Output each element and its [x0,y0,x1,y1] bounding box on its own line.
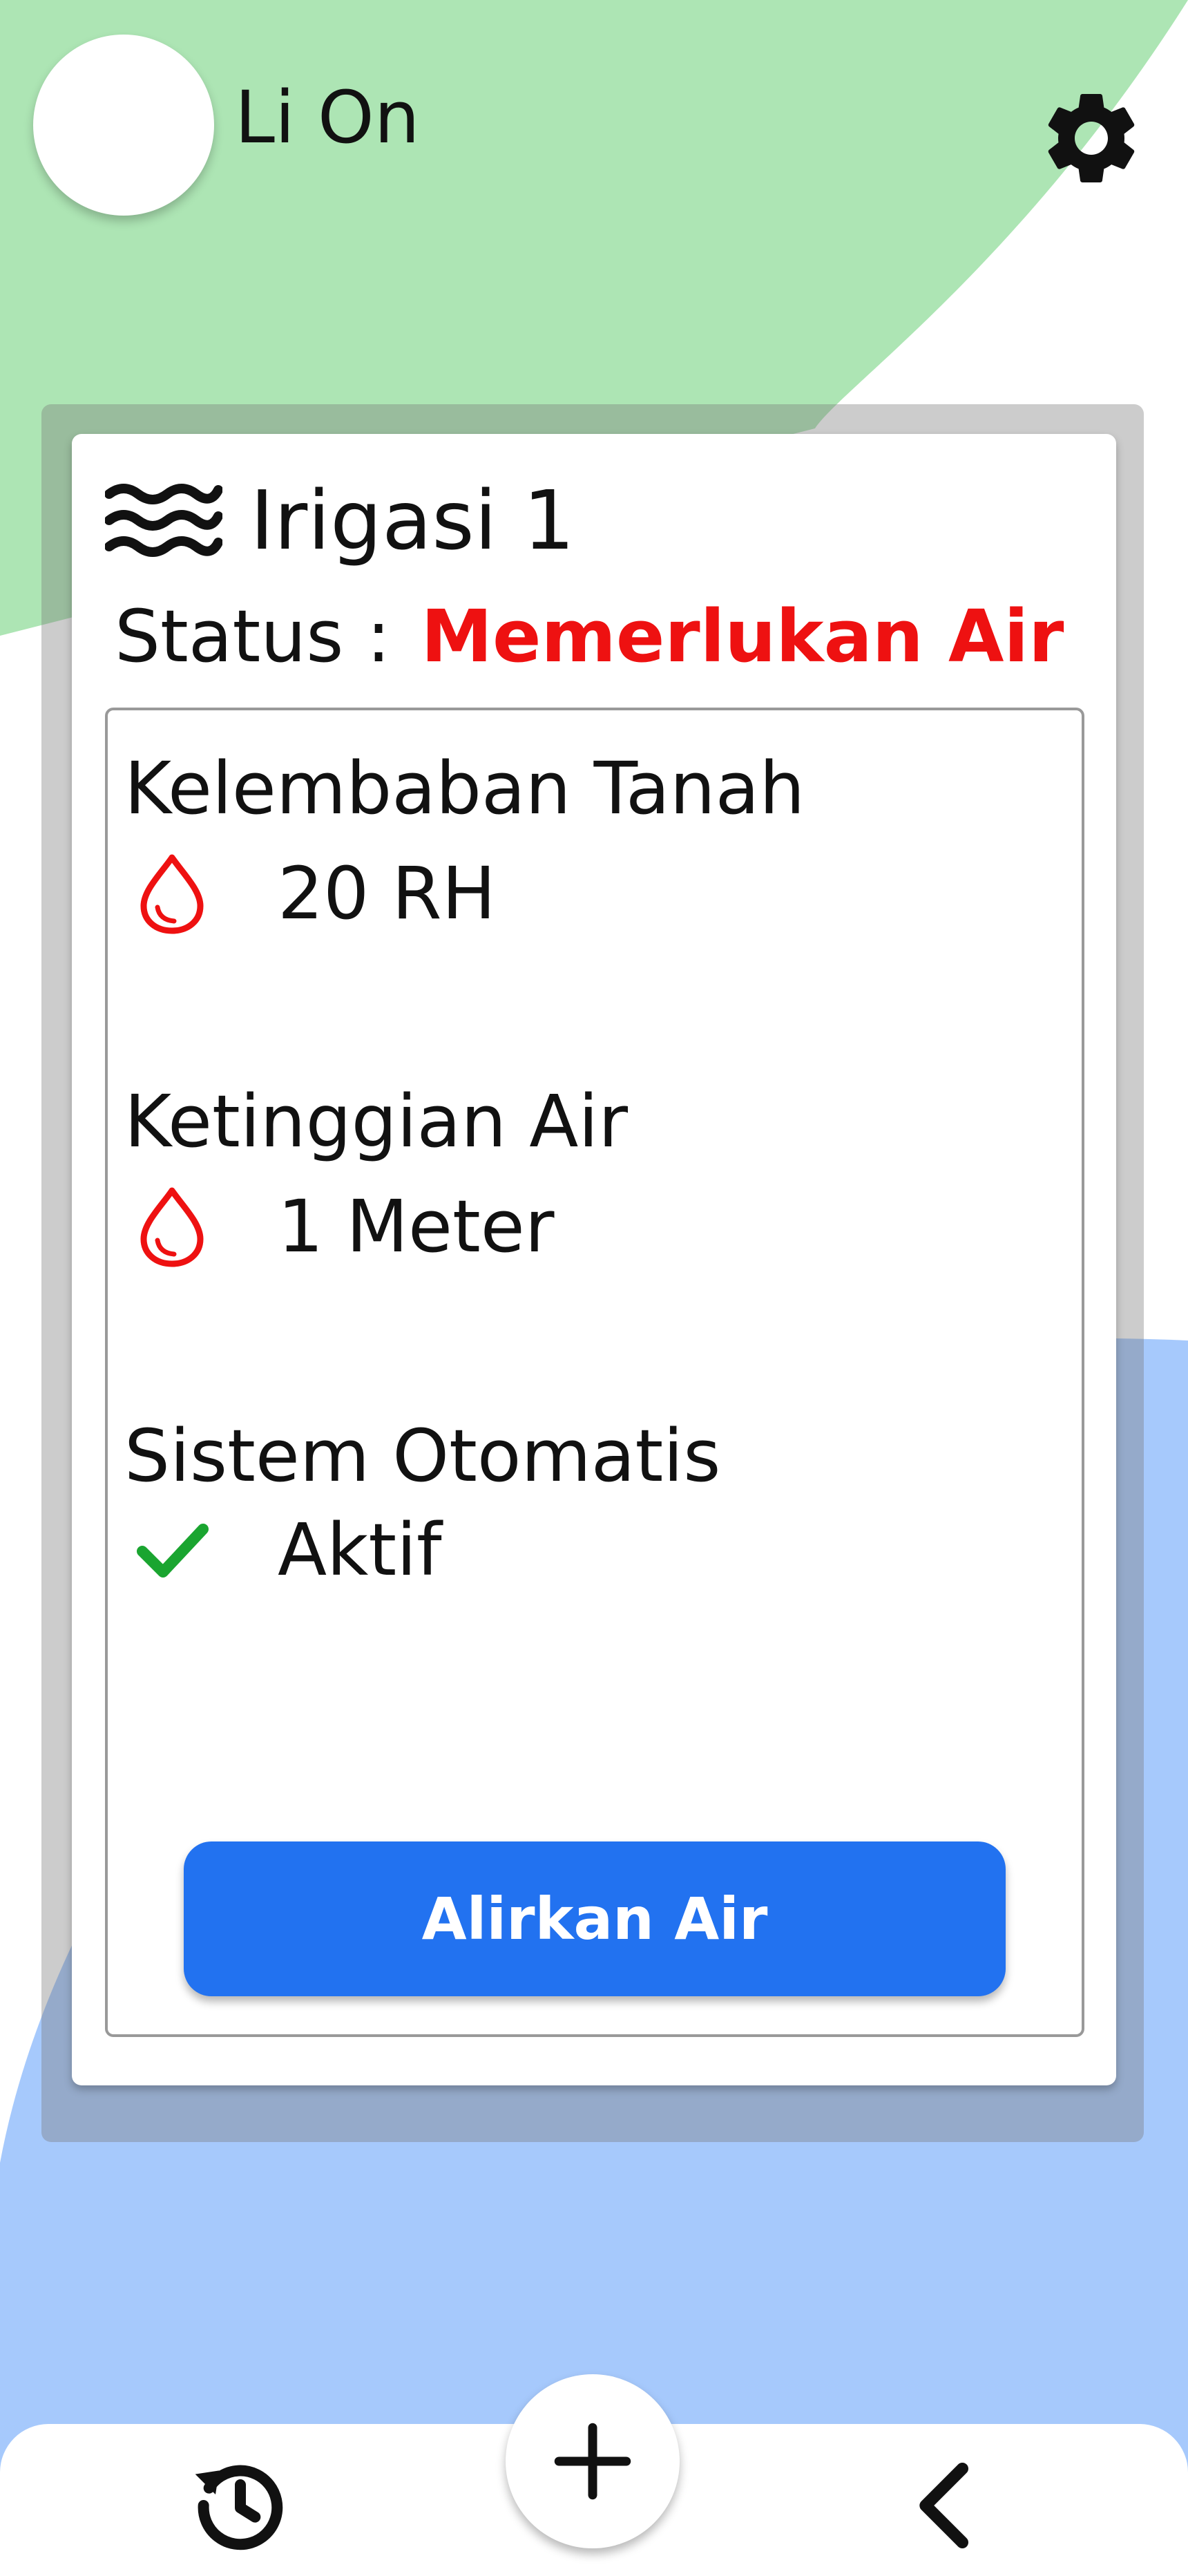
metric-label-soil-moisture: Kelembaban Tanah [124,746,805,831]
irrigate-button[interactable]: Alirkan Air [184,1841,1006,1996]
metric-row-water-level: 1 Meter [134,1182,554,1271]
metric-row-auto-system: Aktif [134,1505,442,1595]
add-button[interactable] [506,2374,680,2548]
status-value: Memerlukan Air [421,594,1064,679]
metric-value-water-level: 1 Meter [278,1184,555,1269]
card-title: Irigasi 1 [250,473,575,568]
water-drop-icon [140,1187,204,1267]
app-title: Li On [235,75,420,160]
checkmark-icon [137,1524,209,1578]
status-label: Status : [115,594,391,679]
avatar[interactable] [33,35,214,216]
metric-row-soil-moisture: 20 RH [134,849,496,938]
add-icon [554,2423,631,2500]
waves-icon [105,484,222,557]
card-header: Irigasi 1 [105,462,575,579]
gear-icon[interactable] [1036,83,1147,193]
metric-label-auto-system: Sistem Otomatis [124,1414,721,1498]
metric-value-soil-moisture: 20 RH [278,851,496,936]
metric-label-water-level: Ketinggian Air [124,1079,629,1164]
metrics-box: Kelembaban Tanah 20 RH Ketinggian Air 1 … [105,708,1084,2037]
water-drop-icon [140,854,204,934]
irrigation-card: Irigasi 1 Status : Memerlukan Air Kelemb… [72,434,1116,2085]
history-icon[interactable] [185,2450,296,2561]
status-row: Status : Memerlukan Air [115,585,1064,688]
chevron-left-icon[interactable] [891,2450,1002,2561]
metric-value-auto-system: Aktif [278,1508,442,1592]
